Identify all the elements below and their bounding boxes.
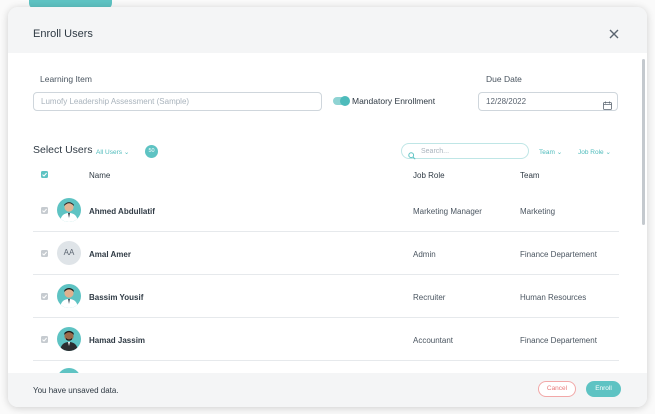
job-role-filter[interactable]: Job Role ⌄ <box>578 148 611 156</box>
user-team: Finance Departement <box>520 250 597 259</box>
learning-item-label: Learning Item <box>40 74 92 84</box>
dialog-footer: You have unsaved data. Cancel Enroll <box>8 373 647 407</box>
avatar-initials: AA <box>57 241 81 265</box>
all-users-filter[interactable]: All Users ⌄ <box>96 148 129 156</box>
user-name: Hamad Jassim <box>89 336 146 345</box>
chevron-down-icon: ⌄ <box>605 149 611 156</box>
job-role-filter-label: Job Role <box>578 149 604 156</box>
team-filter[interactable]: Team ⌄ <box>539 148 562 156</box>
user-job-role: Accountant <box>413 336 454 345</box>
calendar-icon[interactable] <box>603 97 612 115</box>
due-date-value: 12/28/2022 <box>486 97 527 106</box>
dialog-header: Enroll Users <box>8 7 647 53</box>
user-team: Marketing <box>520 207 556 216</box>
column-header-job-role: Job Role <box>413 171 445 180</box>
avatar <box>57 198 81 222</box>
user-team: Human Resources <box>520 293 587 302</box>
user-job-role: Admin <box>413 250 436 259</box>
row-checkbox[interactable] <box>41 293 48 300</box>
team-filter-label: Team <box>539 149 555 156</box>
avatar <box>57 327 81 351</box>
due-date-input[interactable]: 12/28/2022 <box>478 92 618 111</box>
search-icon <box>408 147 416 165</box>
enroll-button[interactable]: Enroll <box>586 381 621 397</box>
learning-item-input[interactable]: Lumofy Leadership Assessment (Sample) <box>33 92 322 111</box>
cancel-button[interactable]: Cancel <box>538 381 576 397</box>
user-name: Ahmed Abdullatif <box>89 207 155 216</box>
users-count-badge: 50 <box>145 145 158 158</box>
mandatory-enrollment-label: Mandatory Enrollment <box>352 96 436 106</box>
enroll-users-dialog: Enroll Users Learning Item Lumofy Leader… <box>8 7 647 407</box>
user-name: Bassim Yousif <box>89 293 144 302</box>
row-checkbox[interactable] <box>41 250 48 257</box>
table-row[interactable]: Bassim Yousif Recruiter Human Resources <box>33 275 619 318</box>
select-all-checkbox[interactable] <box>41 171 48 178</box>
column-header-name: Name <box>89 171 111 180</box>
chevron-down-icon: ⌄ <box>556 149 563 156</box>
column-header-team: Team <box>520 171 540 180</box>
search-placeholder: Search... <box>421 147 450 155</box>
close-icon[interactable] <box>609 27 619 41</box>
toggle-knob <box>340 96 350 106</box>
scrollbar[interactable] <box>642 59 645 225</box>
search-input[interactable]: Search... <box>401 143 529 160</box>
learning-item-placeholder: Lumofy Leadership Assessment (Sample) <box>41 97 190 106</box>
mandatory-enrollment-toggle[interactable] <box>333 96 350 106</box>
select-users-title: Select Users <box>33 144 93 156</box>
chevron-down-icon: ⌄ <box>123 149 130 156</box>
user-job-role: Marketing Manager <box>413 207 482 216</box>
user-job-role: Recruiter <box>413 293 446 302</box>
due-date-label: Due Date <box>486 74 522 84</box>
user-team: Finance Departement <box>520 336 597 345</box>
table-row[interactable]: Hamad Jassim Accountant Finance Departem… <box>33 318 619 361</box>
all-users-label: All Users <box>96 149 123 156</box>
unsaved-data-message: You have unsaved data. <box>33 386 119 395</box>
row-checkbox[interactable] <box>41 207 48 214</box>
dialog-title: Enroll Users <box>33 28 93 40</box>
page-background: Enroll Users Learning Item Lumofy Leader… <box>0 0 655 414</box>
table-row[interactable]: AA Amal Amer Admin Finance Departement <box>33 232 619 275</box>
avatar <box>57 284 81 308</box>
table-row[interactable]: Ahmed Abdullatif Marketing Manager Marke… <box>33 189 619 232</box>
user-name: Amal Amer <box>89 250 131 259</box>
row-checkbox[interactable] <box>41 336 48 343</box>
